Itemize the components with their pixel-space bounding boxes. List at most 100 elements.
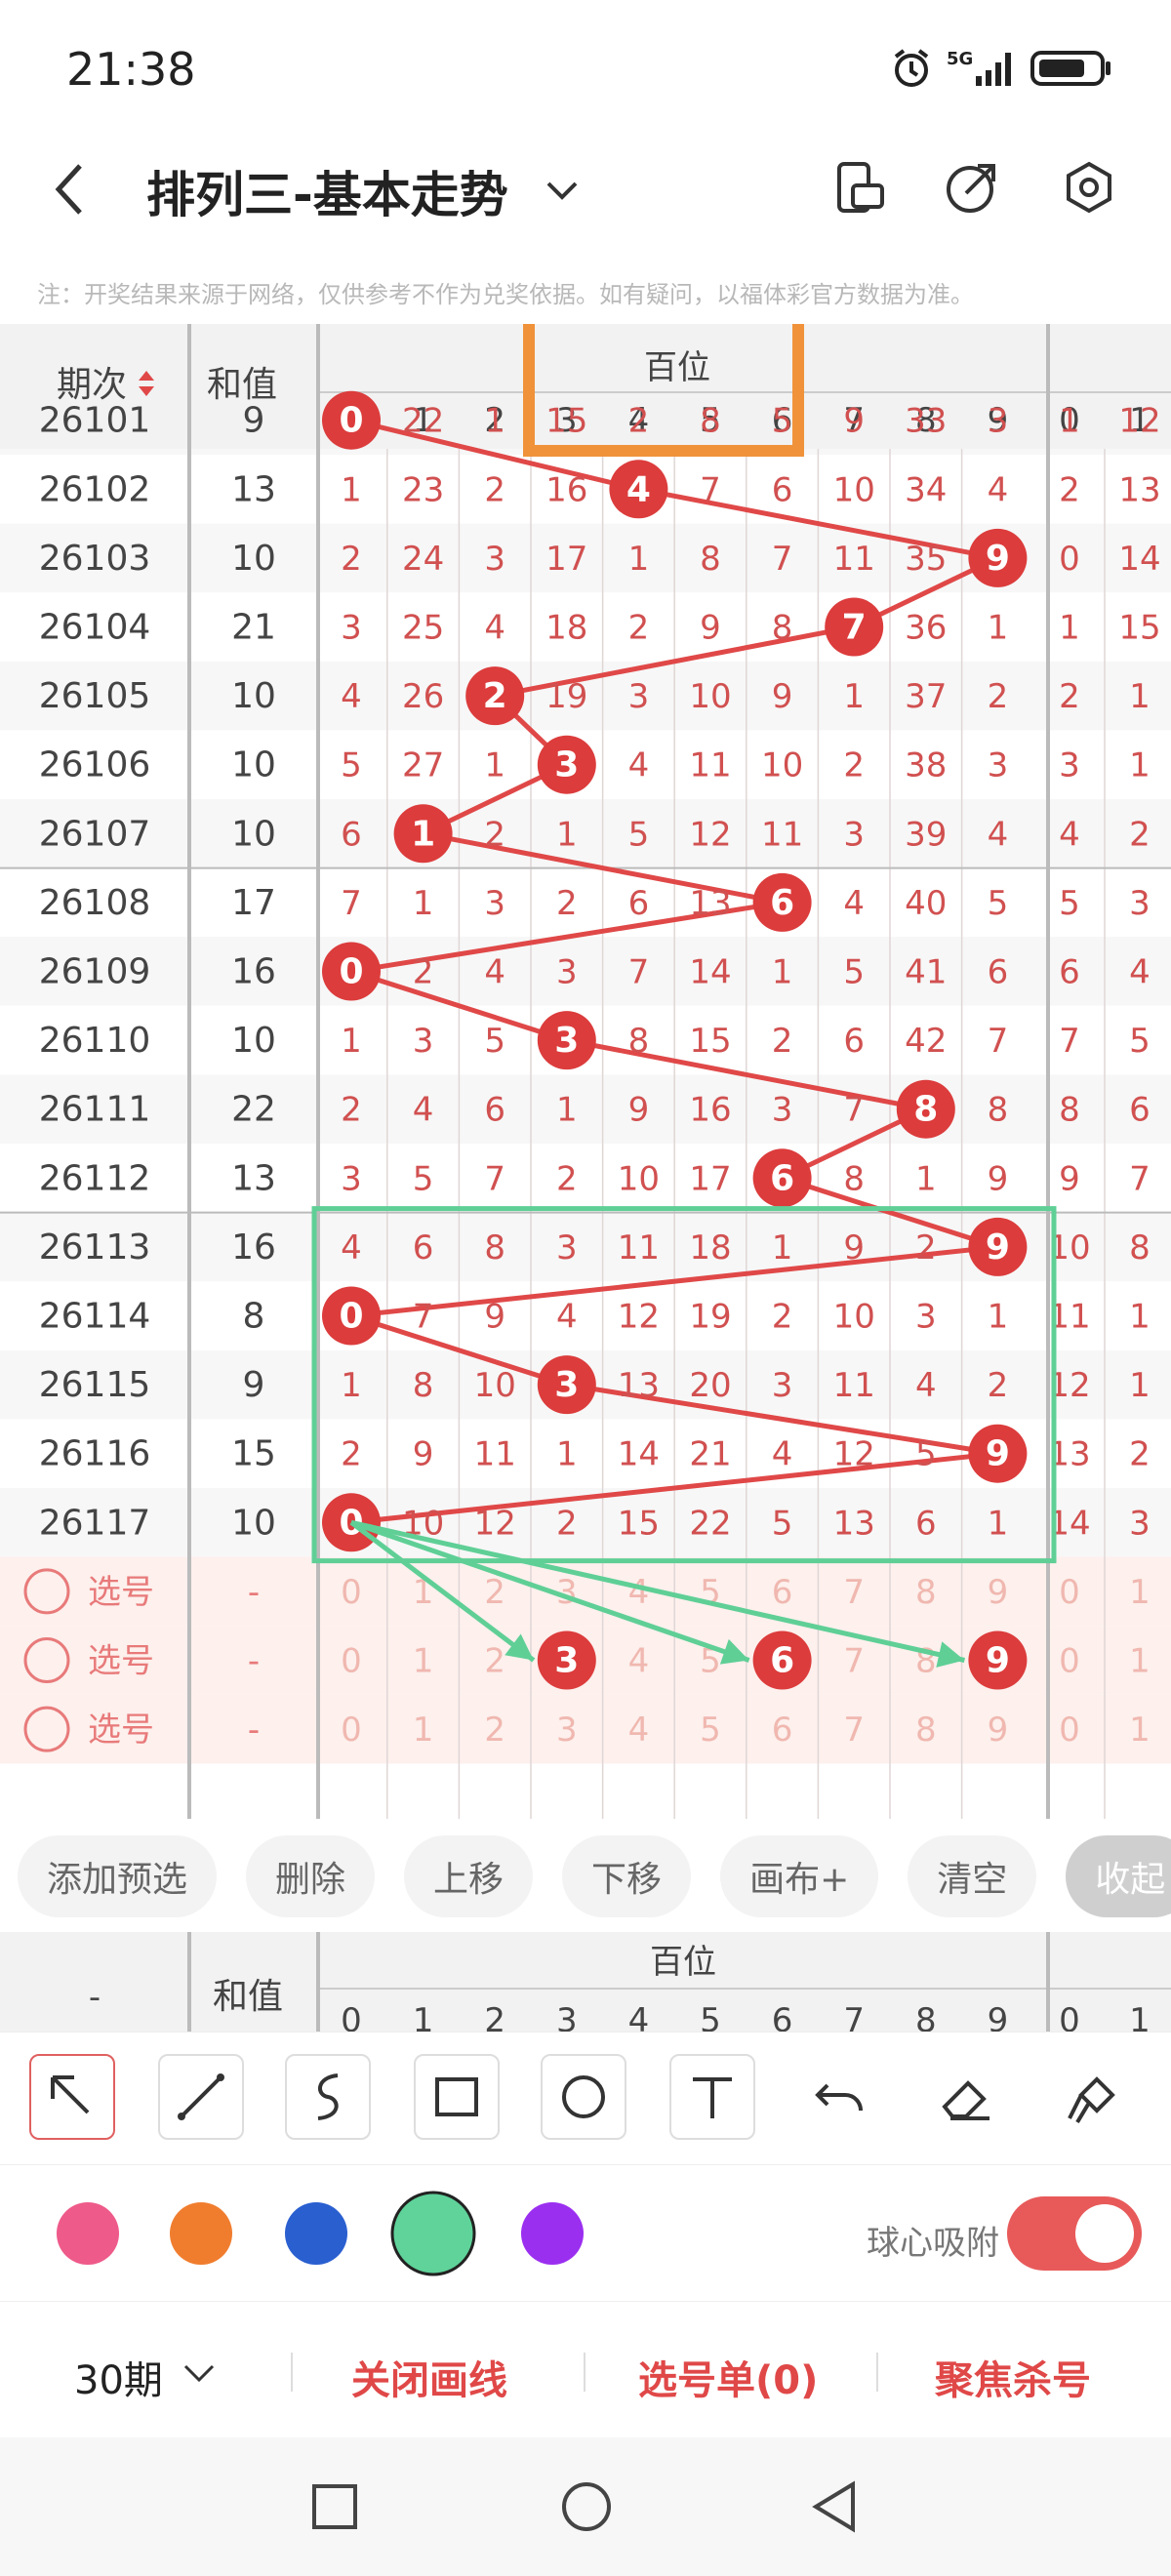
pick-digit[interactable]: 2	[484, 1711, 505, 1750]
sum-value: 10	[231, 539, 276, 579]
sum-column-header: 和值	[207, 365, 277, 405]
issue-column-header[interactable]: 期次	[57, 365, 127, 405]
brush-icon[interactable]	[1052, 2058, 1134, 2140]
color-swatch[interactable]	[390, 2191, 476, 2276]
focus-kill-button[interactable]: 聚焦杀号	[935, 2349, 1091, 2405]
pick-digit[interactable]: 0	[341, 1573, 362, 1612]
pick-digit[interactable]: 2	[484, 1642, 505, 1681]
miss-count: 3	[556, 953, 578, 992]
miss-count: 2	[484, 815, 505, 854]
rectangle-tool[interactable]	[414, 2054, 500, 2140]
snap-toggle[interactable]	[1007, 2196, 1142, 2271]
eraser-icon[interactable]	[925, 2058, 1007, 2140]
next-miss-count: 1	[1129, 1366, 1151, 1405]
pick-digit[interactable]: 8	[915, 1573, 937, 1612]
pick-digit[interactable]: 3	[556, 1711, 578, 1750]
pick-next-digit[interactable]: 1	[1129, 1642, 1151, 1681]
pick-next-digit[interactable]: 1	[1129, 1573, 1151, 1612]
status-time: 21:38	[66, 43, 196, 96]
color-swatches[interactable]	[0, 2165, 683, 2302]
pick-digit[interactable]: 9	[988, 1573, 1009, 1612]
home-icon[interactable]	[560, 2480, 613, 2533]
pick-digit[interactable]: 6	[772, 1711, 793, 1750]
collapse-button[interactable]: 收起	[1066, 1835, 1171, 1917]
pick-digit[interactable]: 7	[843, 1711, 865, 1750]
sum-value: 10	[231, 745, 276, 785]
pick-next-digit[interactable]: 0	[1059, 1573, 1080, 1612]
page-title[interactable]: 排列三-基本走势	[146, 156, 508, 226]
miss-count: 2	[915, 1228, 937, 1268]
color-swatch[interactable]	[170, 2202, 232, 2265]
pick-digit[interactable]: 9	[988, 1711, 1009, 1750]
phone-layout-icon[interactable]	[831, 158, 890, 217]
issue-number: 26113	[39, 1228, 151, 1268]
delete-button[interactable]: 删除	[246, 1835, 376, 1917]
period-chevron-icon[interactable]	[180, 2358, 219, 2388]
pick-digit[interactable]: 4	[628, 1711, 650, 1750]
pick-digit[interactable]: 1	[413, 1642, 434, 1681]
text-tool[interactable]	[669, 2054, 755, 2140]
pick-digit[interactable]: 1	[413, 1711, 434, 1750]
pick-next-digit[interactable]: 0	[1059, 1642, 1080, 1681]
next-miss-count: 8	[1129, 1228, 1151, 1268]
issue-number: 26110	[39, 1021, 151, 1061]
close-draw-button[interactable]: 关闭画线	[351, 2349, 507, 2405]
miss-count: 5	[628, 815, 650, 854]
canvas-plus-button[interactable]: 画布+	[720, 1835, 879, 1917]
pick-digit[interactable]: 7	[843, 1573, 865, 1612]
back-arrow-icon[interactable]	[51, 160, 90, 219]
pick-next-digit[interactable]: 1	[1129, 1711, 1151, 1750]
hit-ball-digit: 0	[339, 1297, 363, 1337]
recent-apps-icon[interactable]	[310, 2482, 359, 2531]
settings-icon[interactable]	[1060, 158, 1118, 217]
pick-digit[interactable]: 4	[628, 1642, 650, 1681]
miss-count: 16	[689, 1091, 731, 1130]
sum-value: 16	[231, 952, 276, 992]
miss-count: 2	[988, 1366, 1009, 1405]
color-swatch[interactable]	[285, 2202, 347, 2265]
next-miss-count: 1	[1129, 746, 1151, 785]
pick-digit[interactable]: 6	[772, 1573, 793, 1612]
pick-digit[interactable]: 2	[484, 1573, 505, 1612]
pick-digit[interactable]: 5	[700, 1711, 721, 1750]
bottom-controls: 30期 关闭画线 选号单(0) 聚焦杀号	[0, 2301, 1171, 2437]
pick-digit[interactable]: 4	[628, 1573, 650, 1612]
sum-value: 17	[231, 883, 276, 923]
color-swatch[interactable]	[57, 2202, 119, 2265]
secondary-digit-header: 8	[915, 2001, 937, 2032]
pick-next-digit[interactable]: 0	[1059, 1711, 1080, 1750]
miss-count: 12	[474, 1504, 516, 1543]
pick-digit[interactable]: 8	[915, 1711, 937, 1750]
pick-digit[interactable]: 0	[341, 1711, 362, 1750]
curve-tool[interactable]	[285, 2054, 371, 2140]
color-swatch[interactable]	[521, 2202, 584, 2265]
share-icon[interactable]	[943, 158, 1001, 217]
issue-number: 26116	[39, 1434, 151, 1474]
clear-button[interactable]: 清空	[908, 1835, 1037, 1917]
pick-digit[interactable]: 7	[843, 1642, 865, 1681]
miss-count: 1	[628, 540, 650, 579]
line-tool[interactable]	[158, 2054, 244, 2140]
issue-number: 26101	[39, 401, 151, 441]
add-preselect-button[interactable]: 添加预选	[18, 1835, 218, 1917]
pointer-tool[interactable]	[29, 2054, 115, 2140]
chevron-down-icon[interactable]	[545, 176, 580, 205]
pick-list-button[interactable]: 选号单(0)	[638, 2349, 818, 2405]
miss-count: 6	[484, 1091, 505, 1130]
move-down-button[interactable]: 下移	[562, 1835, 692, 1917]
move-up-button[interactable]: 上移	[404, 1835, 534, 1917]
pick-digit[interactable]: 0	[341, 1642, 362, 1681]
trend-grid[interactable]: 期次和值百位012345678901期次和值百位0123456789012610…	[0, 324, 1171, 1819]
secondary-digit-header: 9	[988, 2001, 1009, 2032]
circle-tool[interactable]	[541, 2054, 626, 2140]
miss-count: 6	[628, 884, 650, 923]
back-nav-icon[interactable]	[810, 2480, 859, 2533]
miss-count: 15	[545, 402, 587, 441]
miss-count: 8	[700, 540, 721, 579]
period-selector[interactable]: 30期	[74, 2349, 163, 2405]
undo-icon[interactable]	[798, 2058, 880, 2140]
miss-count: 4	[988, 815, 1009, 854]
miss-count: 17	[689, 1159, 731, 1198]
issue-number: 26103	[39, 539, 151, 579]
toggle-knob	[1075, 2204, 1134, 2263]
